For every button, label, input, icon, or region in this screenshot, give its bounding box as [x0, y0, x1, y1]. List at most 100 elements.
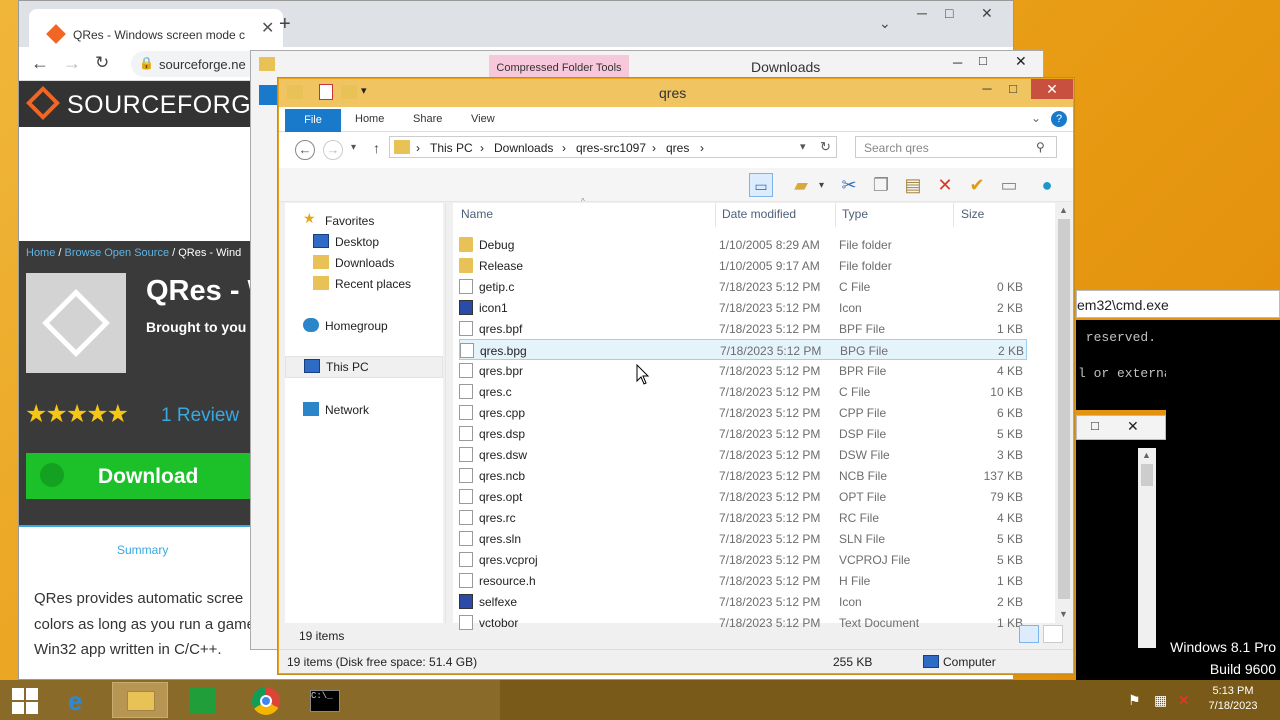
nav-network[interactable]: Network — [303, 400, 461, 420]
close-icon[interactable]: ✕ — [1031, 79, 1073, 99]
table-row[interactable]: icon1 7/18/2023 5:12 PM Icon 2 KB — [459, 297, 1027, 318]
breadcrumb-browse-link[interactable]: Browse Open Source — [65, 247, 170, 259]
scroll-up-icon[interactable]: ▲ — [1059, 205, 1068, 215]
table-row[interactable]: vctobor 7/18/2023 5:12 PM Text Document 1 K… — [459, 612, 1027, 633]
table-row[interactable]: selfexe 7/18/2023 5:12 PM Icon 2 KB — [459, 591, 1027, 612]
column-date-modified[interactable]: Date modified — [722, 207, 796, 221]
new-folder-icon[interactable] — [341, 85, 357, 99]
nav-favorites[interactable]: ★ Favorites — [303, 210, 461, 231]
column-divider[interactable] — [835, 203, 836, 227]
chrome-tab[interactable]: QRes - Windows screen mode c ✕ — [29, 9, 283, 47]
properties-icon[interactable] — [319, 84, 333, 100]
recent-locations-icon[interactable]: ▾ — [351, 142, 356, 153]
close-tab-icon[interactable]: ✕ — [261, 18, 274, 38]
table-row[interactable]: qres.dsp 7/18/2023 5:12 PM DSP File 5 KB — [459, 423, 1027, 444]
address-bar[interactable]: › This PC › Downloads › qres-src1097 › q… — [389, 136, 837, 158]
pane-divider[interactable] — [445, 203, 446, 623]
search-input[interactable]: Search qres ⚲ — [855, 136, 1057, 158]
table-row[interactable]: Release 1/10/2005 9:17 AM File folder — [459, 255, 1027, 276]
scroll-down-icon[interactable]: ▼ — [1059, 609, 1068, 619]
tab-summary[interactable]: Summary — [117, 543, 168, 557]
breadcrumb-qres[interactable]: qres — [666, 141, 689, 155]
table-row[interactable]: qres.rc 7/18/2023 5:12 PM RC File 4 KB — [459, 507, 1027, 528]
volume-muted-icon[interactable]: ✕ — [1178, 692, 1190, 709]
help-icon[interactable]: ? — [1051, 111, 1067, 127]
copy-icon[interactable]: ❐ — [869, 173, 893, 197]
table-row[interactable]: qres.bpr 7/18/2023 5:12 PM BPR File 4 KB — [459, 360, 1027, 381]
table-row[interactable]: qres.dsw 7/18/2023 5:12 PM DSW File 3 KB — [459, 444, 1027, 465]
details-view-icon[interactable] — [1019, 625, 1039, 643]
maximize-icon[interactable]: □ — [999, 79, 1027, 99]
forward-arrow-icon[interactable]: → — [323, 140, 343, 160]
delete-icon[interactable]: ✕ — [933, 173, 957, 197]
nav-this-pc[interactable]: This PC — [285, 356, 443, 378]
column-divider[interactable] — [715, 203, 716, 227]
minimize-icon[interactable]: ─ — [953, 55, 962, 70]
table-row[interactable]: getip.c 7/18/2023 5:12 PM C File 0 KB — [459, 276, 1027, 297]
up-arrow-icon[interactable]: ↑ — [373, 140, 380, 156]
table-row[interactable]: resource.h 7/18/2023 5:12 PM H File 1 KB — [459, 570, 1027, 591]
breadcrumb-qres-src[interactable]: qres-src1097 — [576, 141, 646, 155]
close-icon[interactable]: ✕ — [1015, 53, 1027, 70]
back-arrow-icon[interactable]: ← — [295, 140, 315, 160]
taskbar-cmd[interactable]: C:\_ — [298, 682, 354, 718]
breadcrumb-this-pc[interactable]: This PC — [430, 141, 473, 155]
table-row[interactable]: Debug 1/10/2005 8:29 AM File folder — [459, 234, 1027, 255]
review-link[interactable]: 1 Review — [161, 405, 239, 427]
column-name[interactable]: Name — [461, 207, 493, 221]
scroll-thumb[interactable] — [1141, 464, 1153, 486]
address-bar[interactable]: 🔒 sourceforge.ne — [131, 51, 261, 77]
start-button[interactable] — [0, 682, 56, 718]
minimize-icon[interactable]: ─ — [973, 79, 1001, 99]
breadcrumb-home-link[interactable]: Home — [26, 247, 55, 259]
maximize-icon[interactable]: □ — [1091, 418, 1099, 433]
tab-file[interactable]: File — [285, 109, 341, 132]
scroll-thumb[interactable] — [1058, 219, 1070, 599]
table-row[interactable]: qres.cpp 7/18/2023 5:12 PM CPP File 6 KB — [459, 402, 1027, 423]
nav-homegroup[interactable]: Homegroup — [303, 316, 461, 336]
move-to-folder-icon[interactable]: ▰ — [789, 173, 813, 197]
properties-icon[interactable]: ▭ — [997, 173, 1021, 197]
paste-icon[interactable]: ▤ — [901, 173, 925, 197]
close-icon[interactable]: ✕ — [981, 5, 993, 22]
nav-downloads[interactable]: Downloads — [313, 253, 471, 273]
download-button[interactable]: Download — [26, 453, 251, 499]
tab-share[interactable]: Share — [413, 113, 442, 125]
taskbar-store[interactable] — [176, 682, 232, 718]
table-row[interactable]: qres.vcproj 7/18/2023 5:12 PM VCPROJ File 5… — [459, 549, 1027, 570]
maximize-icon[interactable]: □ — [979, 53, 987, 68]
back-arrow-icon[interactable]: ← — [31, 53, 49, 74]
column-type[interactable]: Type — [842, 207, 868, 221]
column-divider[interactable] — [953, 203, 954, 227]
cmd-scrollbar[interactable]: ▲ — [1138, 448, 1156, 648]
globe-icon[interactable]: ● — [1035, 173, 1059, 197]
table-row[interactable]: qres.sln 7/18/2023 5:12 PM SLN File 5 KB — [459, 528, 1027, 549]
sourceforge-logo-text[interactable]: SOURCEFORGE — [67, 91, 268, 120]
new-tab-button[interactable]: + — [279, 13, 291, 36]
table-row[interactable]: qres.c 7/18/2023 5:12 PM C File 10 KB — [459, 381, 1027, 402]
table-row[interactable]: qres.bpf 7/18/2023 5:12 PM BPF File 1 KB — [459, 318, 1027, 339]
forward-arrow-icon[interactable]: → — [63, 53, 81, 74]
expand-ribbon-icon[interactable]: ⌄ — [1031, 111, 1041, 125]
scroll-up-icon[interactable]: ▲ — [1142, 450, 1151, 460]
preview-pane-icon[interactable]: ▭ — [749, 173, 773, 197]
tab-search-icon[interactable]: ⌄ — [879, 15, 891, 32]
nav-recent-places[interactable]: Recent places — [313, 274, 471, 294]
address-dropdown-icon[interactable]: ▾ — [800, 140, 806, 153]
move-dropdown-icon[interactable]: ▾ — [819, 180, 824, 191]
cut-icon[interactable]: ✂ — [837, 173, 861, 197]
taskbar-chrome[interactable] — [238, 682, 294, 718]
vertical-scrollbar[interactable]: ▲ ▼ — [1055, 203, 1073, 623]
nav-desktop[interactable]: Desktop — [313, 232, 471, 252]
network-tray-icon[interactable]: ▦ — [1154, 692, 1167, 709]
minimize-icon[interactable]: ─ — [917, 5, 927, 21]
table-row[interactable]: qres.ncb 7/18/2023 5:12 PM NCB File 137 KB — [459, 465, 1027, 486]
large-icons-view-icon[interactable] — [1043, 625, 1063, 643]
tab-home[interactable]: Home — [355, 113, 384, 125]
table-row[interactable]: qres.bpg 7/18/2023 5:12 PM BPG File 2 KB — [459, 339, 1027, 360]
taskbar-clock[interactable]: 5:13 PM 7/18/2023 — [1200, 684, 1266, 714]
taskbar-file-explorer[interactable] — [112, 682, 168, 718]
refresh-icon[interactable]: ↻ — [820, 139, 831, 155]
taskbar-internet-explorer[interactable]: e — [54, 682, 110, 718]
tab-view[interactable]: View — [471, 113, 495, 125]
